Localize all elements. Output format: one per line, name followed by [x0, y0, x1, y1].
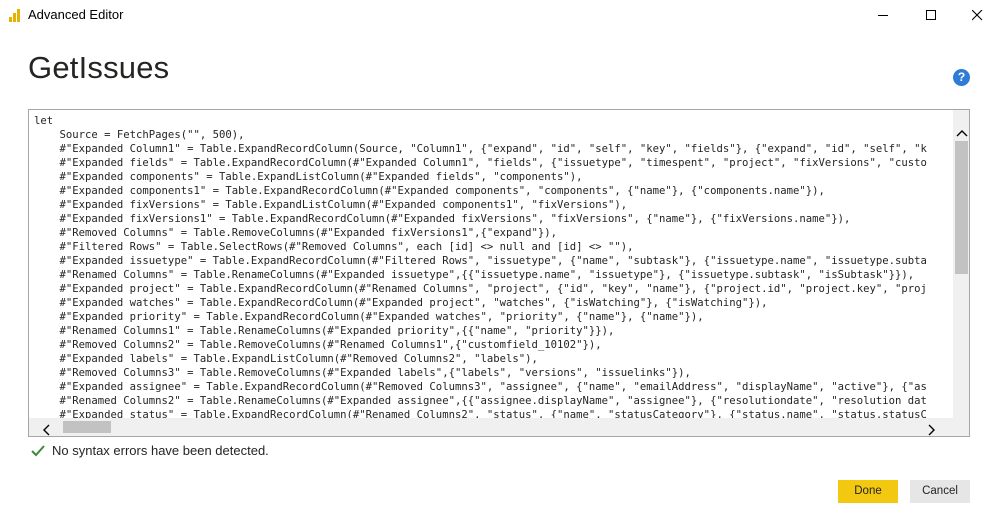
scrollbar-corner — [953, 418, 969, 436]
code-line: #"Expanded status" = Table.ExpandRecordC… — [34, 409, 927, 418]
code-line: #"Renamed Columns2" = Table.RenameColumn… — [34, 395, 927, 407]
scroll-right-arrow[interactable] — [925, 421, 937, 436]
code-line: #"Expanded fixVersions1" = Table.ExpandR… — [34, 213, 851, 225]
scroll-left-arrow[interactable] — [41, 421, 53, 436]
code-line: #"Expanded Column1" = Table.ExpandRecord… — [34, 143, 927, 155]
code-line: #"Expanded issuetype" = Table.ExpandReco… — [34, 255, 927, 267]
minimize-icon — [878, 15, 888, 16]
advanced-editor-window: Advanced Editor GetIssues ? let Source =… — [0, 0, 998, 532]
code-line: #"Removed Columns3" = Table.RemoveColumn… — [34, 367, 691, 379]
query-title: GetIssues — [28, 50, 170, 85]
close-button[interactable] — [954, 0, 998, 30]
code-line: Source = FetchPages("", 500), — [34, 129, 245, 141]
code-line: #"Expanded fixVersions" = Table.ExpandLi… — [34, 199, 628, 211]
help-icon[interactable]: ? — [953, 69, 970, 86]
status-message: No syntax errors have been detected. — [52, 443, 269, 458]
chevron-right-icon — [928, 424, 935, 436]
code-line: #"Expanded components" = Table.ExpandLis… — [34, 171, 583, 183]
cancel-button[interactable]: Cancel — [910, 480, 970, 503]
code-line: let — [34, 115, 54, 127]
code-line: #"Filtered Rows" = Table.SelectRows(#"Re… — [34, 241, 634, 253]
code-line: #"Expanded watches" = Table.ExpandRecord… — [34, 297, 768, 309]
vertical-scroll-thumb[interactable] — [955, 141, 968, 274]
code-line: #"Expanded fields" = Table.ExpandRecordC… — [34, 157, 927, 169]
check-icon — [31, 445, 45, 457]
code-editor[interactable]: let Source = FetchPages("", 500), #"Expa… — [28, 109, 970, 437]
code-line: #"Expanded assignee" = Table.ExpandRecor… — [34, 381, 927, 393]
horizontal-scrollbar[interactable] — [29, 418, 953, 436]
code-line: #"Removed Columns" = Table.RemoveColumns… — [34, 227, 558, 239]
code-area[interactable]: let Source = FetchPages("", 500), #"Expa… — [29, 110, 953, 418]
minimize-button[interactable] — [860, 0, 906, 30]
horizontal-scroll-thumb[interactable] — [63, 421, 111, 433]
chevron-left-icon — [43, 424, 50, 436]
power-bi-icon — [9, 9, 22, 22]
done-button[interactable]: Done — [838, 480, 898, 503]
chevron-up-icon — [956, 130, 967, 137]
vertical-scrollbar[interactable] — [953, 110, 969, 418]
close-icon — [972, 10, 983, 21]
code-line: #"Expanded project" = Table.ExpandRecord… — [34, 283, 927, 295]
scroll-up-arrow[interactable] — [953, 122, 969, 137]
window-title: Advanced Editor — [28, 7, 124, 22]
code-line: #"Expanded components1" = Table.ExpandRe… — [34, 185, 825, 197]
title-bar: Advanced Editor — [0, 0, 998, 30]
code-line: #"Renamed Columns1" = Table.RenameColumn… — [34, 325, 615, 337]
code-line: #"Expanded priority" = Table.ExpandRecor… — [34, 311, 704, 323]
code-line: #"Renamed Columns" = Table.RenameColumns… — [34, 269, 915, 281]
code-line: #"Expanded labels" = Table.ExpandListCol… — [34, 353, 538, 365]
maximize-icon — [926, 10, 936, 20]
code-lines: let Source = FetchPages("", 500), #"Expa… — [34, 114, 927, 418]
maximize-button[interactable] — [908, 0, 954, 30]
code-line: #"Removed Columns2" = Table.RemoveColumn… — [34, 339, 602, 351]
